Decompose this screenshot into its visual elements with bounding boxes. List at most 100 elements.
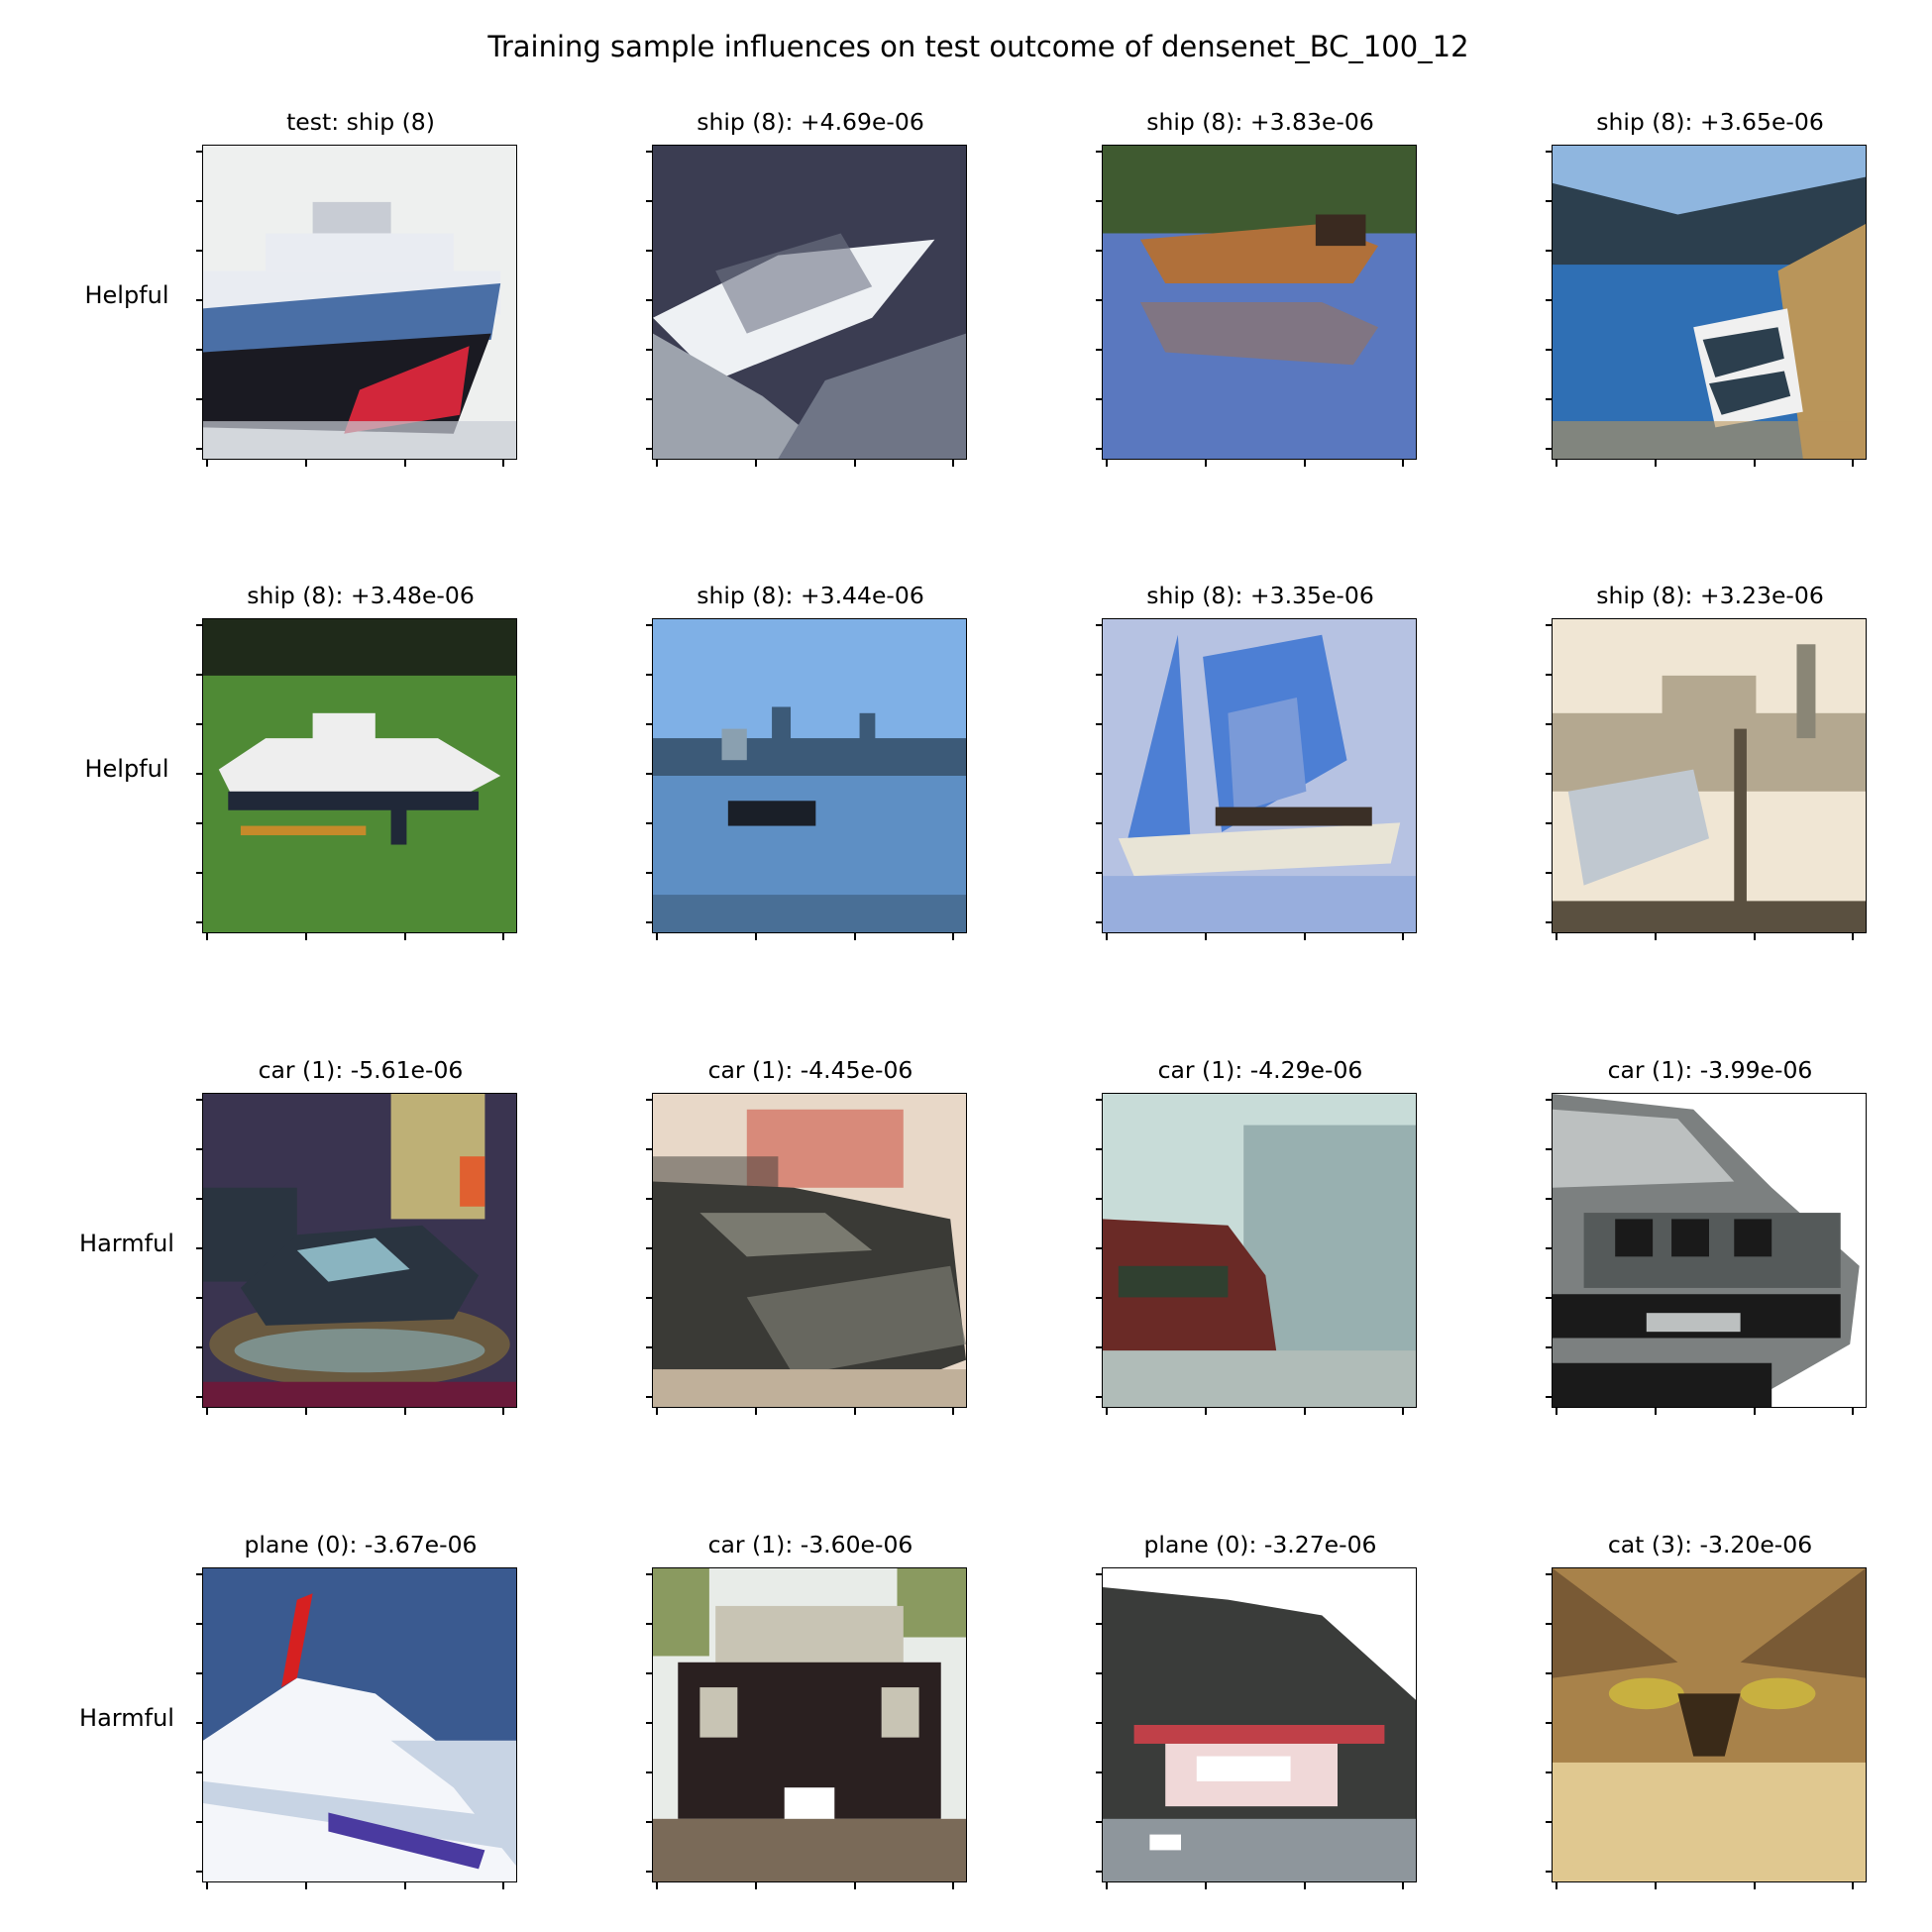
image-panel: car (1): -5.61e-06 [196, 1056, 517, 1415]
y-tick [646, 1573, 652, 1575]
x-tick [502, 933, 504, 940]
panel-title: ship (8): +3.35e-06 [1146, 582, 1374, 609]
y-tick [646, 1198, 652, 1200]
x-tick [305, 1882, 307, 1889]
panel-title: car (1): -4.45e-06 [707, 1056, 913, 1084]
y-tick [1546, 1247, 1552, 1249]
y-tick [196, 1198, 202, 1200]
image-panel: car (1): -3.60e-06 [646, 1531, 967, 1889]
y-tick [1096, 1198, 1102, 1200]
y-tick [1546, 872, 1552, 874]
image-panel: car (1): -4.29e-06 [1096, 1056, 1417, 1415]
x-tick [206, 1882, 208, 1889]
y-tick [1096, 624, 1102, 626]
y-tick [646, 1396, 652, 1398]
panel-title: ship (8): +4.69e-06 [697, 108, 924, 136]
y-tick [1546, 1396, 1552, 1398]
y-tick [646, 1247, 652, 1249]
panel-title: car (1): -4.29e-06 [1157, 1056, 1363, 1084]
y-tick [1096, 1148, 1102, 1150]
sample-image [1103, 146, 1416, 459]
y-tick [196, 151, 202, 153]
sample-image [1103, 619, 1416, 932]
sample-image [653, 1094, 966, 1407]
y-tick [1546, 1722, 1552, 1724]
x-tick [1205, 460, 1207, 467]
sample-image [203, 1094, 516, 1407]
x-tick [755, 1882, 757, 1889]
row-label: Helpful [84, 755, 169, 783]
y-tick [196, 1623, 202, 1625]
y-tick [1096, 872, 1102, 874]
y-tick [1546, 299, 1552, 301]
x-tick [1304, 460, 1306, 467]
x-tick [404, 1882, 406, 1889]
x-tick [656, 1882, 658, 1889]
y-tick [1096, 1672, 1102, 1674]
x-tick [206, 460, 208, 467]
x-tick [404, 460, 406, 467]
x-tick [404, 1408, 406, 1415]
panel-title: ship (8): +3.44e-06 [697, 582, 924, 609]
y-tick [646, 1099, 652, 1101]
x-tick [502, 1882, 504, 1889]
x-tick [1754, 460, 1756, 467]
y-tick [1096, 398, 1102, 400]
y-tick [1096, 1771, 1102, 1773]
x-tick [1205, 933, 1207, 940]
y-tick [196, 250, 202, 252]
x-tick [305, 460, 307, 467]
y-tick [646, 1722, 652, 1724]
y-tick [1096, 822, 1102, 824]
y-tick [196, 921, 202, 923]
y-tick [196, 1672, 202, 1674]
y-tick [646, 200, 652, 202]
y-tick [646, 448, 652, 450]
y-tick [1096, 1297, 1102, 1299]
x-tick [1205, 1882, 1207, 1889]
x-tick [1655, 460, 1657, 467]
panel-title: car (1): -5.61e-06 [258, 1056, 464, 1084]
y-tick [646, 151, 652, 153]
x-tick [1402, 933, 1404, 940]
image-panel: cat (3): -3.20e-06 [1546, 1531, 1867, 1889]
y-tick [196, 1346, 202, 1348]
x-tick [1852, 460, 1854, 467]
image-panel: plane (0): -3.27e-06 [1096, 1531, 1417, 1889]
y-tick [196, 349, 202, 351]
y-tick [646, 299, 652, 301]
x-tick [1556, 1882, 1557, 1889]
y-tick [1546, 674, 1552, 676]
x-tick [854, 1882, 856, 1889]
x-tick [1655, 1408, 1657, 1415]
x-tick [656, 460, 658, 467]
x-tick [1754, 1882, 1756, 1889]
image-panel: ship (8): +3.83e-06 [1096, 108, 1417, 467]
y-tick [1546, 1623, 1552, 1625]
x-tick [854, 460, 856, 467]
y-tick [196, 299, 202, 301]
y-tick [1096, 1821, 1102, 1823]
panel-title: plane (0): -3.67e-06 [244, 1531, 478, 1558]
x-tick [1402, 1882, 1404, 1889]
image-panel: plane (0): -3.67e-06 [196, 1531, 517, 1889]
y-tick [646, 250, 652, 252]
y-tick [1546, 1771, 1552, 1773]
y-tick [196, 1573, 202, 1575]
y-tick [646, 1771, 652, 1773]
x-tick [502, 460, 504, 467]
y-tick [196, 448, 202, 450]
y-tick [1546, 1198, 1552, 1200]
x-tick [1754, 933, 1756, 940]
panel-title: ship (8): +3.65e-06 [1596, 108, 1824, 136]
y-tick [1546, 921, 1552, 923]
y-tick [1546, 624, 1552, 626]
x-tick [952, 460, 954, 467]
y-tick [1096, 299, 1102, 301]
y-tick [646, 674, 652, 676]
y-tick [196, 1247, 202, 1249]
sample-image [1103, 1094, 1416, 1407]
y-tick [1546, 448, 1552, 450]
y-tick [1096, 1623, 1102, 1625]
y-tick [646, 1148, 652, 1150]
